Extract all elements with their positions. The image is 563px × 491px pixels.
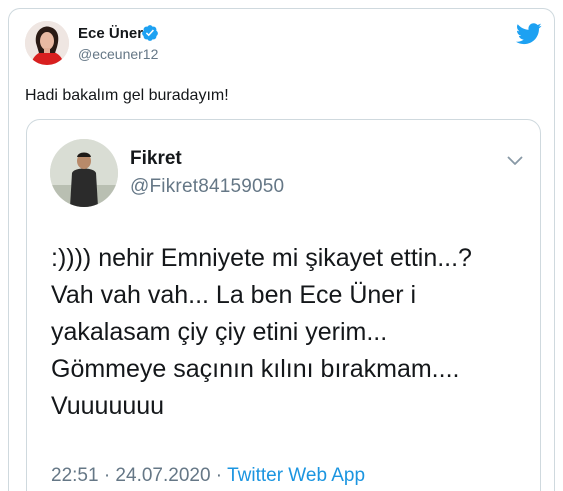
twitter-bird-icon[interactable] <box>516 23 542 45</box>
verified-badge-icon <box>142 25 158 41</box>
author-handle[interactable]: @eceuner12 <box>78 46 158 62</box>
author-avatar-image <box>25 21 69 65</box>
quoted-text-line: Gömmeye saçının kılını bırakmam.... <box>51 355 460 383</box>
tweet-text: Hadi bakalım gel buradayım! <box>25 87 229 104</box>
source-app-link[interactable]: Twitter Web App <box>227 465 365 486</box>
tweet-card: Ece Üner @eceuner12 Hadi bakalım gel bur… <box>8 8 555 491</box>
quoted-text-line: yakalasam çiy çiy etini yerim... <box>51 318 388 346</box>
quoted-author-name[interactable]: Fikret <box>130 148 182 170</box>
quoted-text-line: Vuuuuuuu <box>51 392 165 420</box>
chevron-down-icon[interactable] <box>507 156 523 166</box>
quoted-tweet[interactable]: Fikret @Fikret84159050 :)))) nehir Emniy… <box>26 119 541 491</box>
quoted-tweet-meta: 22:51 · 24.07.2020 · Twitter Web App <box>51 465 365 487</box>
quoted-author-handle[interactable]: @Fikret84159050 <box>130 176 284 198</box>
quoted-tweet-text: :)))) nehir Emniyete mi şikayet ettin...… <box>51 240 531 425</box>
author-name[interactable]: Ece Üner <box>78 25 143 42</box>
quoted-timestamp[interactable]: 22:51 · 24.07.2020 · <box>51 465 227 486</box>
quoted-avatar-image <box>50 139 118 207</box>
quoted-author-avatar[interactable] <box>50 139 118 207</box>
author-avatar[interactable] <box>25 21 69 65</box>
quoted-text-line: :)))) nehir Emniyete mi şikayet ettin...… <box>51 244 472 272</box>
quoted-text-line: Vah vah vah... La ben Ece Üner i <box>51 281 417 309</box>
